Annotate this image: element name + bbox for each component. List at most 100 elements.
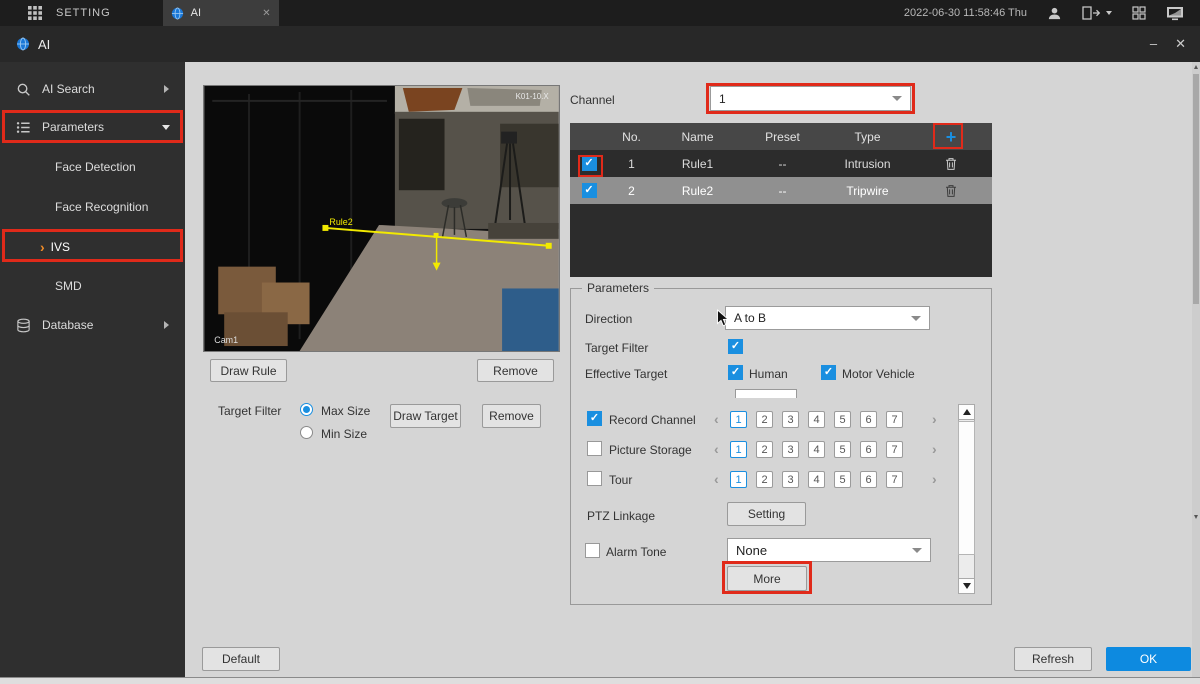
picture-storage-checkbox[interactable] xyxy=(587,441,602,456)
remove-target-button[interactable]: Remove xyxy=(482,404,541,428)
min-size-radio[interactable] xyxy=(300,426,313,439)
picture-storage-4-button[interactable]: 4 xyxy=(808,441,825,458)
record-channel-label: Record Channel xyxy=(609,413,696,427)
sidebar-item-parameters[interactable]: Parameters xyxy=(0,110,185,144)
draw-rule-button[interactable]: Draw Rule xyxy=(210,359,287,382)
motor-vehicle-checkbox[interactable] xyxy=(821,365,836,380)
record-channel-7-button[interactable]: 7 xyxy=(886,411,903,428)
window-scrollbar-thumb[interactable] xyxy=(1193,74,1199,304)
tour-checkbox[interactable] xyxy=(587,471,602,486)
column-header-name: Name xyxy=(655,130,740,144)
sidebar: AI Search Parameters Face Detection Face… xyxy=(0,62,185,684)
sidebar-item-ai-search[interactable]: AI Search xyxy=(0,72,185,106)
table-row[interactable]: 2 Rule2 -- Tripwire xyxy=(570,177,992,204)
sidebar-item-smd[interactable]: SMD xyxy=(0,269,185,303)
chevron-right-icon[interactable]: › xyxy=(932,411,937,428)
chevron-right-icon[interactable]: › xyxy=(932,441,937,458)
tour-5-button[interactable]: 5 xyxy=(834,471,851,488)
default-button[interactable]: Default xyxy=(202,647,280,671)
record-channel-checkbox[interactable] xyxy=(587,411,602,426)
cell-name: Rule2 xyxy=(655,184,740,198)
display-icon[interactable] xyxy=(1166,6,1184,21)
scroll-up-button[interactable] xyxy=(958,404,975,420)
remove-rule-button[interactable]: Remove xyxy=(477,359,554,382)
table-row[interactable]: 1 Rule1 -- Intrusion xyxy=(570,150,992,177)
picture-storage-1-button[interactable]: 1 xyxy=(730,441,747,458)
human-checkbox[interactable] xyxy=(728,365,743,380)
alarm-tone-value: None xyxy=(736,543,767,558)
topbar-right: 2022-06-30 11:58:46 Thu xyxy=(904,6,1200,21)
picture-storage-7-button[interactable]: 7 xyxy=(886,441,903,458)
sidebar-item-face-recognition[interactable]: Face Recognition xyxy=(0,190,185,224)
direction-label: Direction xyxy=(585,312,632,326)
tour-6-button[interactable]: 6 xyxy=(860,471,877,488)
more-button[interactable]: More xyxy=(727,566,807,591)
refresh-button[interactable]: Refresh xyxy=(1014,647,1092,671)
scrollbar-thumb[interactable] xyxy=(958,421,975,555)
logout-icon[interactable] xyxy=(1082,6,1112,20)
tour-2-button[interactable]: 2 xyxy=(756,471,773,488)
sidebar-item-database[interactable]: Database xyxy=(0,308,185,342)
delete-rule-icon[interactable] xyxy=(944,184,958,198)
chevron-right-icon xyxy=(164,85,169,93)
rule1-checkbox[interactable] xyxy=(582,156,597,171)
sidebar-item-label: Database xyxy=(42,318,93,332)
ptz-setting-button[interactable]: Setting xyxy=(727,502,806,526)
chevron-down-icon xyxy=(911,316,921,321)
alarm-tone-select[interactable]: None xyxy=(727,538,931,562)
channel-grid-icon[interactable] xyxy=(1132,6,1146,20)
record-channel-5-button[interactable]: 5 xyxy=(834,411,851,428)
picture-storage-6-button[interactable]: 6 xyxy=(860,441,877,458)
channel-select[interactable]: 1 xyxy=(710,86,911,111)
osd-channel-name: Cam1 xyxy=(214,335,238,345)
osd-top-text: K01-10.X xyxy=(516,92,550,101)
chevron-left-icon[interactable]: ‹ xyxy=(714,441,719,458)
picture-storage-label: Picture Storage xyxy=(609,443,692,457)
close-icon[interactable]: ✕ xyxy=(1175,36,1186,52)
sidebar-item-face-detection[interactable]: Face Detection xyxy=(0,150,185,184)
record-channel-4-button[interactable]: 4 xyxy=(808,411,825,428)
draw-target-button[interactable]: Draw Target xyxy=(390,404,461,428)
window-scrollbar[interactable] xyxy=(1192,62,1200,677)
tour-3-button[interactable]: 3 xyxy=(782,471,799,488)
tour-7-button[interactable]: 7 xyxy=(886,471,903,488)
max-size-radio[interactable] xyxy=(300,403,313,416)
cell-type: Intrusion xyxy=(825,157,910,171)
record-channel-1-button[interactable]: 1 xyxy=(730,411,747,428)
tour-1-button[interactable]: 1 xyxy=(730,471,747,488)
rule2-checkbox[interactable] xyxy=(582,183,597,198)
chevron-left-icon[interactable]: ‹ xyxy=(714,471,719,488)
camera-preview[interactable]: Rule2 K01-10.X Cam1 xyxy=(203,85,560,352)
motor-vehicle-label: Motor Vehicle xyxy=(842,367,915,381)
tour-4-button[interactable]: 4 xyxy=(808,471,825,488)
column-header-preset: Preset xyxy=(740,130,825,144)
record-channel-6-button[interactable]: 6 xyxy=(860,411,877,428)
apps-grid-icon[interactable] xyxy=(28,6,42,20)
picture-storage-5-button[interactable]: 5 xyxy=(834,441,851,458)
tab-setting[interactable]: SETTING xyxy=(56,7,111,19)
minimize-icon[interactable]: – xyxy=(1150,36,1157,52)
add-rule-icon[interactable]: + xyxy=(946,128,957,146)
target-filter-checkbox[interactable] xyxy=(728,339,743,354)
cell-name: Rule1 xyxy=(655,157,740,171)
picture-storage-2-button[interactable]: 2 xyxy=(756,441,773,458)
sidebar-item-ivs[interactable]: › IVS xyxy=(0,230,185,264)
chevron-right-icon[interactable]: › xyxy=(932,471,937,488)
chevron-left-icon[interactable]: ‹ xyxy=(714,411,719,428)
tab-ai[interactable]: AI ✕ xyxy=(163,0,279,26)
effective-target-label: Effective Target xyxy=(585,367,667,381)
cell-preset: -- xyxy=(740,157,825,171)
search-icon xyxy=(16,82,31,97)
alarm-tone-checkbox[interactable] xyxy=(585,543,600,558)
record-channel-2-button[interactable]: 2 xyxy=(756,411,773,428)
user-icon[interactable] xyxy=(1047,6,1062,21)
record-channel-3-button[interactable]: 3 xyxy=(782,411,799,428)
window-title: AI xyxy=(38,37,50,52)
delete-rule-icon[interactable] xyxy=(944,157,958,171)
ok-button[interactable]: OK xyxy=(1106,647,1191,671)
direction-select[interactable]: A to B xyxy=(725,306,930,330)
scroll-down-button[interactable] xyxy=(958,578,975,594)
picture-storage-3-button[interactable]: 3 xyxy=(782,441,799,458)
tab-close-icon[interactable]: ✕ xyxy=(262,8,270,19)
sidebar-item-label: Face Detection xyxy=(55,160,136,174)
